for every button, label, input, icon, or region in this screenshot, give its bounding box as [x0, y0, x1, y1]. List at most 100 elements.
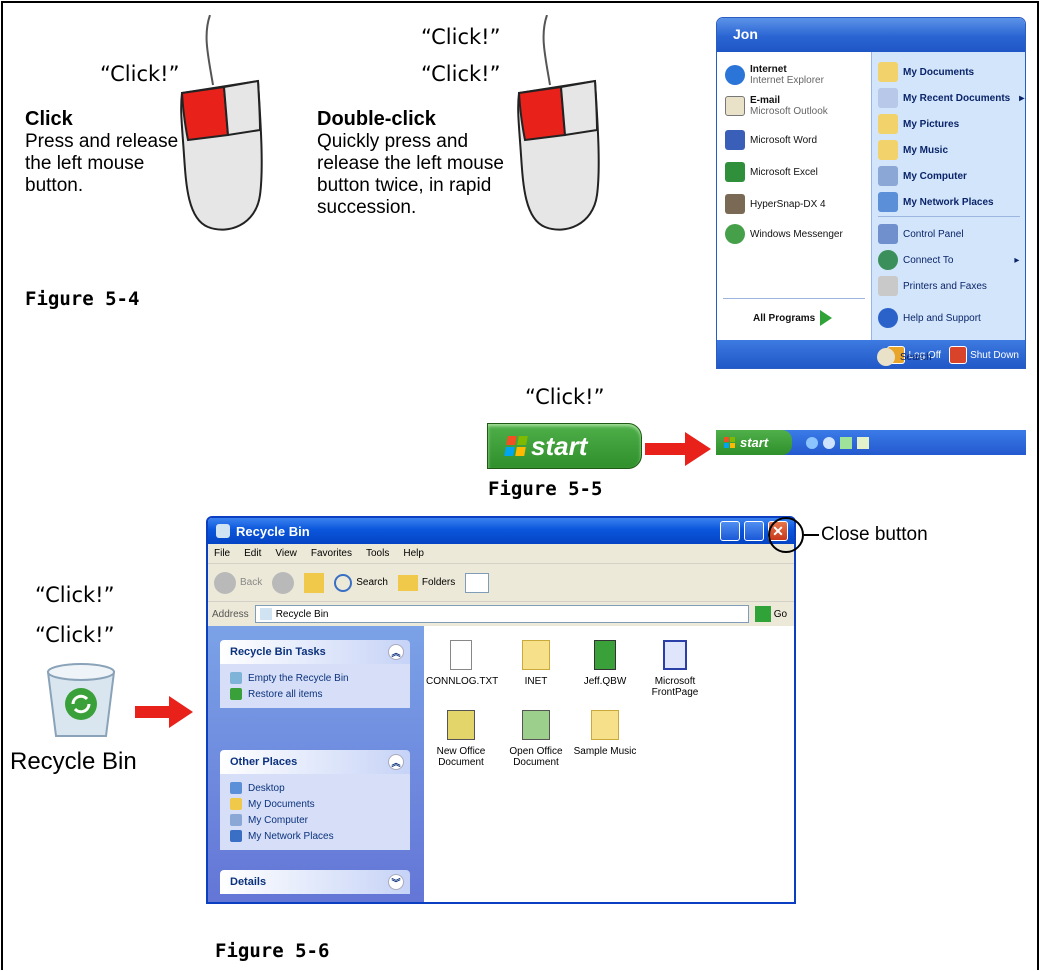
- start-item-sublabel: Internet Explorer: [750, 75, 824, 86]
- recycle-bin-desktop-icon[interactable]: [40, 660, 122, 740]
- places-panel-header[interactable]: Other Places ︽: [220, 750, 410, 774]
- start-item-internet[interactable]: Internet Internet Explorer: [725, 64, 824, 86]
- file-item[interactable]: Microsoft FrontPage: [640, 640, 710, 698]
- shut-down-button[interactable]: Shut Down: [949, 346, 1019, 364]
- click-description: Press and release the left mouse button.: [25, 131, 179, 196]
- menu-view[interactable]: View: [275, 548, 297, 559]
- start-item-recent-documents[interactable]: My Recent Documents ▸: [878, 88, 1024, 108]
- details-panel: Details ︾: [220, 870, 410, 894]
- up-folder-button[interactable]: [304, 572, 325, 593]
- tasks-panel-body: Empty the Recycle Bin Restore all items: [220, 664, 410, 708]
- start-item-search[interactable]: Search: [877, 348, 932, 366]
- start-button[interactable]: start: [716, 430, 792, 455]
- start-item-help[interactable]: Help and Support: [878, 308, 981, 328]
- file-item[interactable]: Jeff.QBW: [570, 640, 640, 687]
- forward-button[interactable]: [272, 571, 295, 594]
- taskbar: start: [716, 430, 1026, 455]
- ie-quicklaunch-icon[interactable]: [806, 436, 818, 449]
- menu-file[interactable]: File: [214, 548, 230, 559]
- submenu-arrow-icon: ▸: [1014, 254, 1020, 266]
- start-item-messenger[interactable]: Windows Messenger: [725, 224, 843, 244]
- address-field[interactable]: Recycle Bin: [254, 605, 749, 623]
- tasks-panel-header[interactable]: Recycle Bin Tasks ︽: [220, 640, 410, 664]
- file-item[interactable]: CONNLOG.TXT: [426, 640, 498, 687]
- power-icon: [949, 346, 968, 364]
- start-item-label: HyperSnap-DX 4: [750, 198, 826, 210]
- frontpage-shortcut-icon: [663, 640, 687, 670]
- green-arrow-icon: [820, 310, 833, 326]
- collapse-chevron-icon[interactable]: ︽: [388, 644, 404, 660]
- start-item-my-pictures[interactable]: My Pictures: [878, 114, 959, 134]
- task-restore-all[interactable]: Restore all items: [230, 686, 400, 702]
- go-label: Go: [773, 608, 788, 620]
- back-button[interactable]: Back: [214, 571, 262, 594]
- start-item-my-computer[interactable]: My Computer: [878, 166, 967, 186]
- folders-button[interactable]: Folders: [397, 574, 455, 591]
- start-item-email[interactable]: E-mail Microsoft Outlook: [725, 95, 828, 117]
- place-my-documents[interactable]: My Documents: [230, 796, 400, 812]
- start-menu: Jon Internet Internet Explorer E-mail Micr…: [716, 17, 1026, 369]
- file-item[interactable]: INET: [501, 640, 571, 687]
- arrow-to-start-menu: [645, 432, 711, 466]
- minimize-button[interactable]: [720, 521, 740, 541]
- title-bar[interactable]: Recycle Bin: [208, 518, 794, 544]
- start-item-network-places[interactable]: My Network Places: [878, 192, 994, 212]
- start-item-word[interactable]: Microsoft Word: [725, 130, 817, 150]
- file-label: Jeff.QBW: [583, 676, 627, 687]
- place-label: My Network Places: [248, 830, 334, 842]
- start-button-large[interactable]: start: [487, 423, 642, 469]
- task-empty-recycle-bin[interactable]: Empty the Recycle Bin: [230, 670, 400, 686]
- start-item-label: Microsoft Word: [750, 134, 818, 146]
- start-item-printers[interactable]: Printers and Faxes: [878, 276, 987, 296]
- computer-icon: [230, 814, 242, 826]
- place-desktop[interactable]: Desktop: [230, 780, 400, 796]
- email-icon: [725, 96, 745, 116]
- menu-help[interactable]: Help: [403, 548, 424, 559]
- start-item-label: Control Panel: [903, 228, 964, 240]
- double-click-description: Quickly press and release the left mouse…: [317, 131, 504, 218]
- maximize-button[interactable]: [744, 521, 764, 541]
- search-button[interactable]: Search: [334, 573, 388, 592]
- start-item-label: Connect To: [903, 254, 954, 266]
- place-my-computer[interactable]: My Computer: [230, 812, 400, 828]
- file-item[interactable]: New Office Document: [426, 710, 496, 768]
- internet-explorer-icon: [725, 65, 745, 85]
- media-quicklaunch-icon[interactable]: [840, 436, 852, 449]
- expand-chevron-icon[interactable]: ︾: [388, 874, 404, 890]
- start-item-label: Windows Messenger: [750, 228, 843, 240]
- double-click-mouse-illustration: [517, 15, 600, 231]
- all-programs-label: All Programs: [753, 312, 816, 324]
- menu-edit[interactable]: Edit: [244, 548, 261, 559]
- collapse-chevron-icon[interactable]: ︽: [388, 754, 404, 770]
- recycle-bin-icon: [259, 608, 272, 620]
- start-item-my-music[interactable]: My Music: [878, 140, 948, 160]
- views-button[interactable]: [465, 572, 490, 593]
- start-item-control-panel[interactable]: Control Panel: [878, 224, 964, 244]
- other-places-panel: Other Places ︽ Desktop My Documents My Co…: [220, 750, 410, 850]
- file-item[interactable]: Open Office Document: [501, 710, 571, 768]
- details-panel-header[interactable]: Details ︾: [220, 870, 410, 894]
- address-bar: Address Recycle Bin Go: [208, 602, 794, 626]
- places-separator: [878, 216, 1020, 217]
- menu-favorites[interactable]: Favorites: [311, 548, 352, 559]
- browser-quicklaunch-icon[interactable]: [823, 436, 835, 449]
- click-heading: Click: [25, 108, 73, 130]
- start-item-excel[interactable]: Microsoft Excel: [725, 162, 818, 182]
- place-network-places[interactable]: My Network Places: [230, 828, 400, 844]
- start-item-connect-to[interactable]: Connect To ▸: [878, 250, 1019, 270]
- folder-icon: [878, 114, 898, 134]
- all-programs-button[interactable]: All Programs: [753, 310, 833, 326]
- start-item-label: Search: [900, 351, 932, 363]
- start-button-label: start: [740, 435, 769, 450]
- menu-tools[interactable]: Tools: [366, 548, 389, 559]
- file-label: New Office Document: [436, 746, 486, 768]
- double-click-heading: Double-click: [317, 108, 436, 130]
- go-button[interactable]: Go: [754, 606, 788, 622]
- start-item-my-documents[interactable]: My Documents: [878, 62, 974, 82]
- file-label: Microsoft FrontPage: [651, 676, 699, 698]
- start-item-hypersnap[interactable]: HyperSnap-DX 4: [725, 194, 826, 214]
- file-item[interactable]: Sample Music: [570, 710, 640, 757]
- places-panel-title: Other Places: [230, 756, 298, 768]
- messenger-quicklaunch-icon[interactable]: [857, 436, 869, 449]
